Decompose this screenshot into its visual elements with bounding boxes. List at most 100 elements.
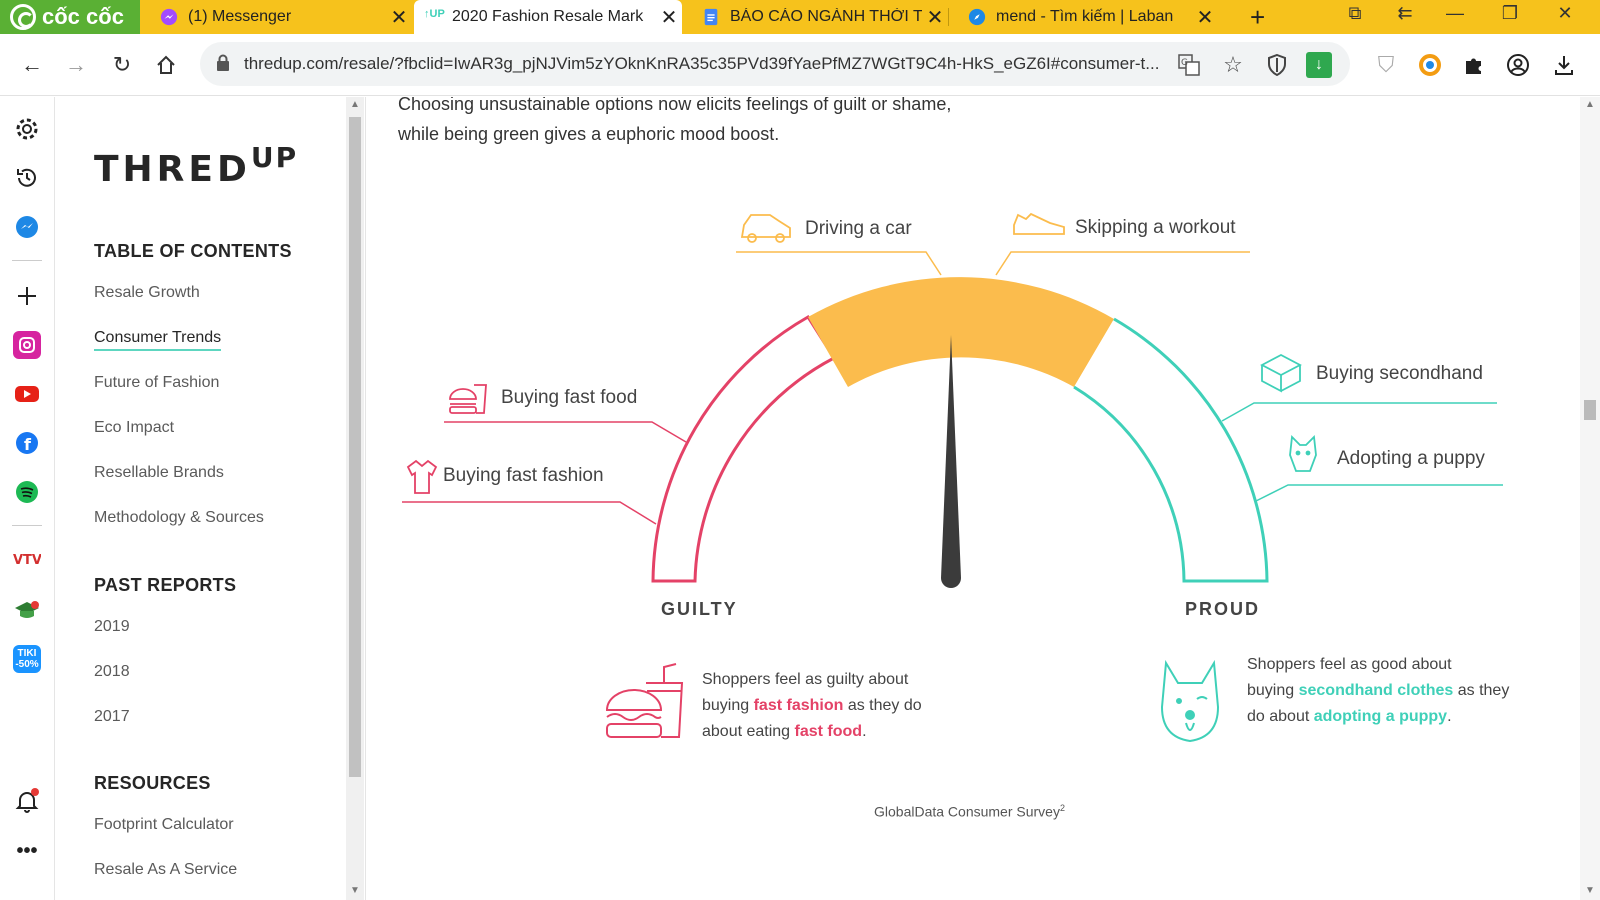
google-docs-icon — [704, 8, 718, 26]
profile-icon[interactable] — [1502, 49, 1534, 81]
svg-text:G: G — [1181, 58, 1188, 68]
close-tab-icon[interactable]: ✕ — [656, 5, 682, 30]
gauge-neutral-segment — [808, 277, 1114, 387]
toc-scrollbar-thumb[interactable] — [349, 117, 361, 777]
coccoc-logo-icon — [10, 4, 36, 30]
car-icon — [740, 214, 791, 243]
downloads-icon[interactable] — [1548, 49, 1580, 81]
tab-thredup[interactable]: ↑UP 2020 Fashion Resale Mark ✕ — [414, 0, 682, 34]
compass-icon — [968, 8, 986, 26]
dog-face-icon — [1160, 659, 1220, 743]
thredup-logo[interactable]: THREDUP — [94, 141, 298, 190]
tab-title: mend - Tìm kiếm | Laban — [996, 8, 1174, 25]
toc-item-methodology[interactable]: Methodology & Sources — [94, 509, 264, 527]
browser-sidebar: f VTV TIKI -50% ••• — [0, 97, 55, 900]
past-report-2017[interactable]: 2017 — [94, 708, 130, 726]
restore-button[interactable]: ❐ — [1490, 3, 1530, 24]
emotion-gauge — [402, 212, 1503, 743]
toc-item-future-of-fashion[interactable]: Future of Fashion — [94, 374, 219, 392]
gauge-needle — [941, 335, 961, 588]
page-scrollbar[interactable]: ▲ ▼ — [1580, 97, 1600, 900]
past-report-2018[interactable]: 2018 — [94, 663, 130, 681]
label-driving-car: Driving a car — [805, 218, 912, 239]
youtube-icon[interactable] — [13, 380, 41, 408]
reload-button[interactable]: ↻ — [106, 49, 138, 81]
add-icon[interactable] — [13, 282, 41, 310]
thredup-icon: ↑UP — [424, 8, 445, 20]
label-adopting-puppy: Adopting a puppy — [1337, 448, 1485, 469]
coccoc-brand[interactable]: cốc cốc — [0, 0, 140, 34]
resource-resale-as-a-service[interactable]: Resale As A Service — [94, 861, 237, 879]
source-footnote-ref[interactable]: 2 — [1060, 803, 1065, 813]
messenger-icon[interactable] — [13, 213, 41, 241]
page-scrollbar-thumb[interactable] — [1584, 400, 1596, 420]
proud-note: Shoppers feel as good about buying secon… — [1247, 656, 1510, 725]
toc-scrollbar[interactable]: ▲ ▼ — [346, 97, 364, 900]
past-reports-heading: PAST REPORTS — [94, 575, 237, 595]
toc-item-resellable-brands[interactable]: Resellable Brands — [94, 464, 224, 482]
minimize-button[interactable]: — — [1435, 3, 1475, 24]
coccoc-extension-icon[interactable] — [1414, 49, 1446, 81]
burger-drink-icon — [605, 663, 684, 738]
toc-item-eco-impact[interactable]: Eco Impact — [94, 419, 174, 437]
label-buying-fast-fashion: Buying fast fashion — [443, 465, 604, 486]
tab-title: 2020 Fashion Resale Mark — [452, 8, 644, 25]
tab-strip: cốc cốc (1) Messenger ✕ ↑UP 2020 Fashion… — [0, 0, 1600, 34]
facebook-icon[interactable]: f — [13, 429, 41, 457]
table-of-contents-panel: THREDUP TABLE OF CONTENTS Resale Growth … — [56, 97, 346, 900]
translate-icon[interactable]: G — [1176, 52, 1202, 78]
history-icon[interactable] — [13, 164, 41, 192]
more-icon[interactable]: ••• — [13, 837, 41, 865]
gauge-guilty-segment — [651, 314, 837, 583]
resources-heading: RESOURCES — [94, 773, 211, 793]
toc-item-resale-growth[interactable]: Resale Growth — [94, 284, 200, 302]
sneaker-icon — [1013, 212, 1065, 235]
toc-item-consumer-trends[interactable]: Consumer Trends — [94, 329, 222, 351]
vtv-icon[interactable]: VTV — [13, 547, 41, 575]
spotify-icon[interactable] — [13, 478, 41, 506]
resource-footprint-calculator[interactable]: Footprint Calculator — [94, 816, 234, 834]
close-tab-icon[interactable]: ✕ — [1192, 5, 1218, 30]
secondhand-box-icon — [1260, 353, 1302, 393]
tab-docs[interactable]: BÁO CÁO NGÀNH THỜI T ✕ — [682, 0, 948, 34]
puppy-icon — [1289, 435, 1317, 472]
source-citation: GlobalData Consumer Survey2 — [874, 803, 1065, 820]
tab-messenger[interactable]: (1) Messenger ✕ — [140, 0, 412, 34]
tab-title: BÁO CÁO NGÀNH THỜI T — [730, 8, 922, 25]
adblock-shield-icon[interactable]: ⛉ — [1370, 49, 1402, 81]
tab-laban[interactable]: mend - Tìm kiếm | Laban ✕ — [948, 0, 1218, 34]
brand-name: cốc cốc — [42, 4, 124, 29]
past-report-2019[interactable]: 2019 — [94, 618, 130, 636]
notification-icon[interactable] — [13, 787, 41, 815]
home-icon[interactable] — [150, 49, 182, 81]
gauge-proud-segment — [1073, 317, 1269, 583]
guilty-note: Shoppers feel as guilty about buying fas… — [702, 671, 922, 740]
label-skipping-workout: Skipping a workout — [1075, 217, 1236, 238]
close-tab-icon[interactable]: ✕ — [386, 5, 412, 30]
axis-label-proud: PROUD — [1185, 599, 1261, 619]
tiki-icon[interactable]: TIKI -50% — [13, 645, 41, 673]
close-tab-icon[interactable]: ✕ — [922, 5, 948, 30]
graduation-icon[interactable] — [13, 596, 41, 624]
new-tab-button[interactable]: + — [1250, 2, 1265, 33]
label-buying-fast-food: Buying fast food — [501, 387, 638, 408]
back-history-icon[interactable]: ⇇ — [1385, 3, 1425, 24]
settings-icon[interactable] — [13, 115, 41, 143]
close-window-button[interactable]: ✕ — [1545, 3, 1585, 24]
label-buying-secondhand: Buying secondhand — [1316, 363, 1483, 384]
fast-food-icon — [449, 384, 487, 414]
instagram-icon[interactable] — [13, 331, 41, 359]
address-bar[interactable]: thredup.com/resale/?fbclid=IwAR3g_pjNJVi… — [200, 42, 1350, 86]
tab-search-icon[interactable]: ⧉ — [1335, 3, 1375, 24]
svg-text:f: f — [24, 435, 32, 454]
forward-button[interactable]: → — [60, 49, 92, 81]
lock-icon — [217, 54, 229, 71]
shield-icon[interactable] — [1264, 52, 1290, 78]
download-green-icon[interactable]: ↓ — [1306, 52, 1332, 78]
t-shirt-icon — [406, 459, 438, 494]
main-content: Choosing unsustainable options now elici… — [366, 97, 1580, 900]
toc-heading: TABLE OF CONTENTS — [94, 241, 292, 261]
extensions-puzzle-icon[interactable] — [1458, 49, 1490, 81]
bookmark-star-icon[interactable]: ☆ — [1220, 52, 1246, 78]
back-button[interactable]: ← — [16, 49, 48, 81]
